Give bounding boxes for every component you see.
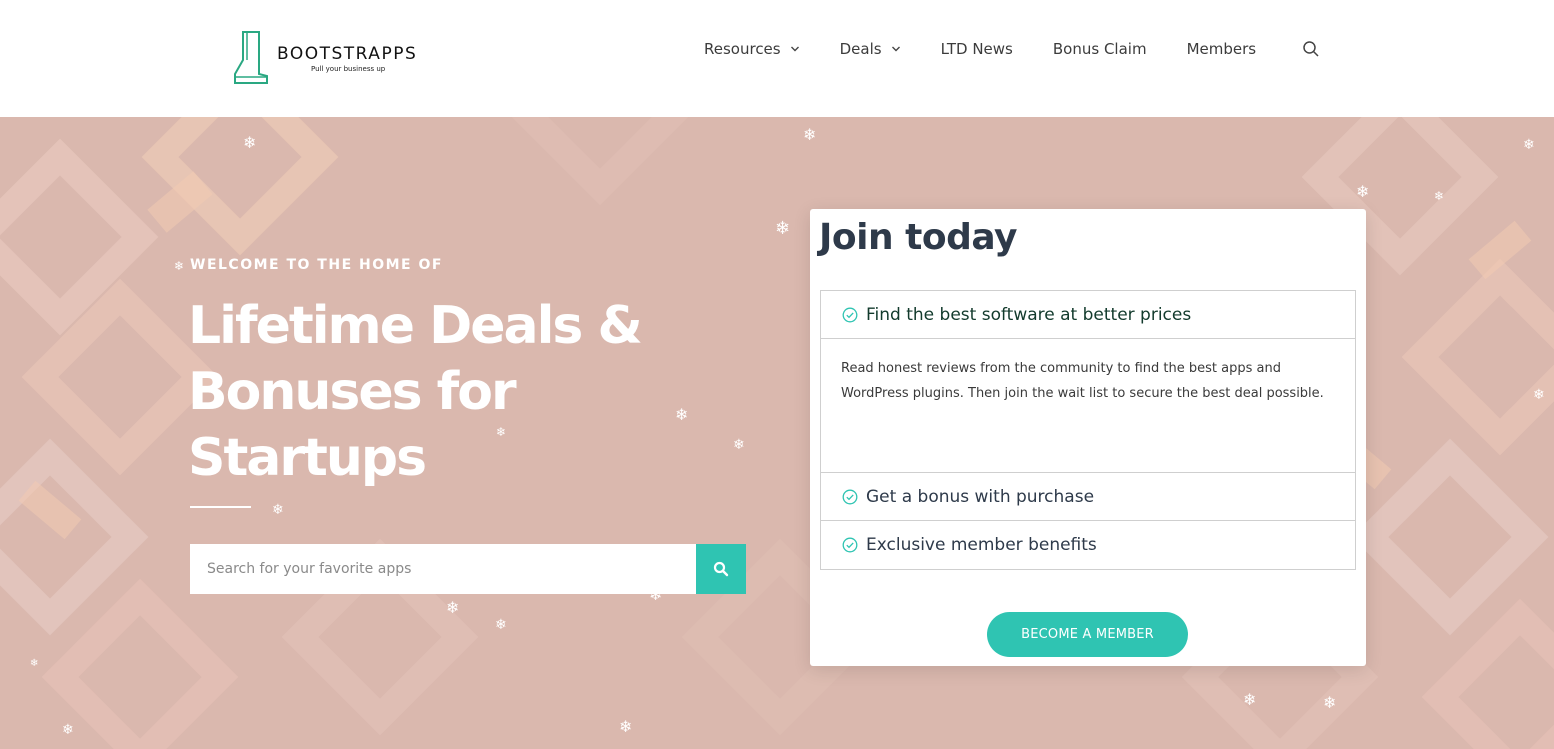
accordion-item-body: Read honest reviews from the community t… (821, 339, 1355, 473)
nav-item-bonus-claim[interactable]: Bonus Claim (1053, 38, 1147, 60)
hero-eyebrow: WELCOME TO THE HOME OF (190, 257, 443, 273)
join-card: Join today Find the best software at bet… (810, 209, 1366, 666)
search-icon[interactable] (1302, 40, 1320, 58)
hero-headline: Lifetime Deals & Bonuses for Startups (188, 296, 643, 488)
chevron-down-icon (891, 46, 900, 52)
nav-item-deals[interactable]: Deals (840, 38, 901, 60)
chevron-down-icon (790, 46, 799, 52)
accordion-item-member-benefits[interactable]: Exclusive member benefits (821, 521, 1355, 569)
nav-item-members[interactable]: Members (1187, 38, 1257, 60)
brand-name: BOOTSTRAPPS (277, 43, 418, 64)
nav-item-label: Deals (839, 40, 882, 58)
app-search-form (190, 544, 746, 594)
nav-item-label: Bonus Claim (1052, 40, 1147, 58)
nav-item-label: Members (1186, 40, 1257, 58)
brand-logo[interactable]: BOOTSTRAPPS Pull your business up (231, 30, 417, 86)
accordion-item-label: Exclusive member benefits (866, 535, 1097, 555)
check-circle-icon (842, 537, 858, 553)
hero-section: ❄ ❄ ❄ ❄ ❄ ❄ ❄ ❄ ❄ ❄ ❄ ❄ ❄ ❄ ❄ ❄ ❄ ❄ ❄ ❄ … (0, 117, 1554, 749)
benefits-accordion: Find the best software at better prices … (820, 290, 1356, 570)
brand-tagline: Pull your business up (311, 64, 386, 73)
check-circle-icon (842, 307, 858, 322)
check-circle-icon (842, 489, 858, 504)
app-search-button[interactable] (696, 544, 746, 594)
nav-item-label: Resources (704, 40, 781, 58)
hero-divider (190, 506, 251, 508)
site-header: BOOTSTRAPPS Pull your business up Resour… (0, 0, 1554, 117)
boot-logo-icon (234, 31, 268, 84)
nav-item-label: LTD News (940, 40, 1013, 58)
search-icon (713, 561, 729, 577)
become-member-button[interactable]: BECOME A MEMBER (987, 612, 1188, 657)
accordion-item-bonus[interactable]: Get a bonus with purchase (821, 473, 1355, 521)
app-search-input[interactable] (190, 544, 696, 594)
join-card-title: Join today (819, 217, 1018, 258)
nav-item-ltd-news[interactable]: LTD News (941, 38, 1013, 60)
accordion-item-best-software[interactable]: Find the best software at better prices (821, 291, 1355, 339)
nav-item-resources[interactable]: Resources (704, 38, 800, 60)
accordion-item-label: Get a bonus with purchase (866, 486, 1095, 507)
accordion-item-label: Find the best software at better prices (866, 304, 1192, 325)
main-nav: Resources Deals LTD News Bonus Claim Mem… (704, 38, 1319, 60)
